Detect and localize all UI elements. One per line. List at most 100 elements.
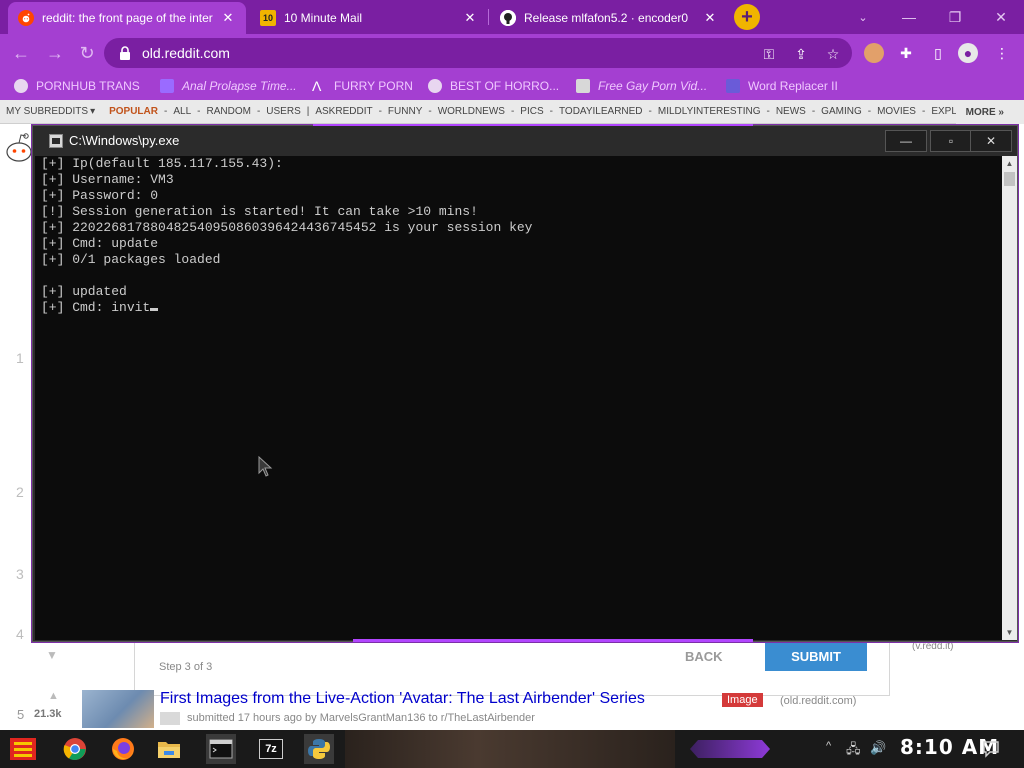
step-indicator: Step 3 of 3: [159, 661, 213, 673]
tray-overflow-chevron-icon[interactable]: ^: [826, 740, 831, 752]
bookmark-item[interactable]: Free Gay Porn Vid...: [576, 77, 707, 95]
subreddit-link[interactable]: PICS: [520, 106, 543, 117]
console-input-line[interactable]: [+] Cmd: invit: [41, 300, 1002, 316]
post-domain[interactable]: (old.reddit.com): [780, 695, 856, 707]
post-title-link[interactable]: First Images from the Live-Action 'Avata…: [160, 690, 645, 708]
scroll-up-icon[interactable]: ▲: [1002, 156, 1017, 171]
subreddit-link[interactable]: NEWS: [776, 106, 806, 117]
reddit-alien-logo-icon[interactable]: [4, 130, 34, 164]
back-button[interactable]: BACK: [685, 649, 723, 664]
minimize-window-button[interactable]: —: [886, 0, 932, 34]
console-line: [!] Session generation is started! It ca…: [41, 204, 478, 219]
tab-strip: reddit: the front page of the inter ✕ 10…: [0, 0, 1024, 34]
bookmark-item[interactable]: Word Replacer II: [726, 77, 838, 95]
side-panel-icon[interactable]: ▯: [928, 43, 948, 63]
bookmark-item[interactable]: PORNHUB TRANS: [14, 77, 140, 95]
start-icon[interactable]: [8, 734, 40, 764]
share-icon[interactable]: ⇪: [792, 45, 810, 63]
key-icon[interactable]: ⚿: [760, 45, 778, 63]
bookmark-label: Word Replacer II: [748, 79, 838, 93]
subreddit-link[interactable]: ASKREDDIT: [315, 106, 372, 117]
taskbar: 7z ^ 🖧 🔊 8:10 AM: [0, 730, 1024, 768]
console-maximize-button[interactable]: ▫: [930, 130, 972, 152]
restore-window-button[interactable]: ❐: [932, 0, 978, 34]
chrome-menu-icon[interactable]: ⋮: [992, 43, 1012, 63]
console-app-icon[interactable]: [49, 134, 63, 148]
lock-icon[interactable]: [118, 45, 132, 61]
profile-icon[interactable]: ●: [958, 43, 978, 63]
separator: -: [428, 106, 432, 117]
console-close-button[interactable]: ✕: [970, 130, 1012, 152]
chrome-icon[interactable]: [60, 734, 90, 764]
bookmark-item[interactable]: Anal Prolapse Time...: [160, 77, 297, 95]
separator: -: [510, 106, 515, 117]
subreddit-link[interactable]: USERS: [266, 106, 300, 117]
my-subreddits-dropdown[interactable]: MY SUBREDDITS: [6, 106, 88, 117]
scroll-thumb[interactable]: [1004, 172, 1015, 186]
subreddit-link[interactable]: GAMING: [821, 106, 862, 117]
7zip-icon[interactable]: 7z: [256, 734, 286, 764]
chevron-down-icon[interactable]: ▾: [90, 106, 95, 117]
console-title-bar[interactable]: C:\Windows\py.exe — ▫ ✕: [33, 126, 1017, 156]
subreddit-link[interactable]: ALL: [173, 106, 191, 117]
console-minimize-button[interactable]: —: [885, 130, 927, 152]
file-explorer-icon[interactable]: [154, 734, 184, 764]
bookmark-item[interactable]: Λ FURRY PORN: [312, 77, 413, 95]
subreddit-link[interactable]: WORLDNEWS: [438, 106, 505, 117]
downvote-arrow-icon[interactable]: ▼: [46, 648, 58, 662]
separator: -: [648, 106, 652, 117]
post-thumbnail[interactable]: [82, 690, 154, 728]
console-line: [+] 220226817880482540950860396424436745…: [41, 220, 533, 235]
notifications-icon[interactable]: [982, 740, 1000, 758]
terminal-icon[interactable]: [206, 734, 236, 764]
url-text[interactable]: old.reddit.com: [142, 45, 230, 61]
tab-search-icon[interactable]: ⌄: [840, 0, 886, 34]
close-window-button[interactable]: ✕: [978, 0, 1024, 34]
close-tab-icon[interactable]: ✕: [220, 10, 236, 26]
separator: -: [549, 106, 553, 117]
post-score: 21.3k: [34, 708, 62, 720]
bookmark-item[interactable]: BEST OF HORRO...: [428, 77, 559, 95]
back-icon[interactable]: ←: [10, 42, 32, 64]
post-domain[interactable]: (v.redd.it): [912, 641, 954, 652]
subreddit-link[interactable]: RANDOM: [206, 106, 250, 117]
close-tab-icon[interactable]: ✕: [702, 10, 718, 26]
subreddit-link[interactable]: POPULAR: [109, 106, 158, 117]
network-icon[interactable]: 🖧: [846, 740, 861, 762]
extension-avatar-icon[interactable]: [864, 43, 884, 63]
subreddit-link[interactable]: FUNNY: [388, 106, 422, 117]
bookmark-star-icon[interactable]: ☆: [824, 45, 842, 63]
extensions-puzzle-icon[interactable]: ✚: [896, 43, 916, 63]
console-output[interactable]: [+] Ip(default 185.117.155.43): [+] User…: [35, 156, 1002, 640]
submit-button[interactable]: SUBMIT: [765, 641, 867, 671]
console-line: [+] 0/1 packages loaded: [41, 252, 221, 267]
expando-icon[interactable]: [160, 712, 180, 725]
console-window: C:\Windows\py.exe — ▫ ✕ [+] Ip(default 1…: [32, 124, 1018, 642]
subreddit-link[interactable]: TODAYILEARNED: [559, 106, 643, 117]
new-tab-button[interactable]: +: [734, 4, 760, 30]
post-item: ▲ 5 21.3k First Images from the Live-Act…: [0, 688, 1024, 728]
subreddit-link[interactable]: MILDLYINTERESTING: [658, 106, 761, 117]
console-command-text[interactable]: [+] Cmd: invit: [41, 300, 150, 315]
more-subreddits-link[interactable]: MORE »: [955, 100, 1024, 124]
python-icon[interactable]: [304, 734, 334, 764]
scroll-down-icon[interactable]: ▼: [1002, 625, 1017, 640]
firefox-icon[interactable]: [108, 734, 138, 764]
hourglass-icon: [160, 79, 174, 93]
separator: -: [256, 106, 261, 117]
console-scrollbar[interactable]: ▲ ▼: [1002, 156, 1017, 640]
tab-github-release[interactable]: Release mlfafon5.2 · encoder0 ✕: [490, 2, 728, 34]
address-bar[interactable]: old.reddit.com ⚿ ⇪ ☆: [104, 38, 852, 68]
tab-reddit[interactable]: reddit: the front page of the inter ✕: [8, 2, 246, 34]
close-tab-icon[interactable]: ✕: [462, 10, 478, 26]
bookmark-label: PORNHUB TRANS: [36, 79, 140, 93]
separator: -: [164, 106, 168, 117]
upvote-arrow-icon[interactable]: ▲: [48, 690, 59, 702]
subreddit-link[interactable]: MOVIES: [877, 106, 916, 117]
letter-a-icon: Λ: [312, 78, 322, 94]
reload-icon[interactable]: ↻: [76, 42, 98, 64]
forward-icon[interactable]: →: [44, 42, 66, 64]
volume-icon[interactable]: 🔊: [870, 740, 886, 756]
tab-10-minute-mail[interactable]: 10 10 Minute Mail ✕: [250, 2, 488, 34]
